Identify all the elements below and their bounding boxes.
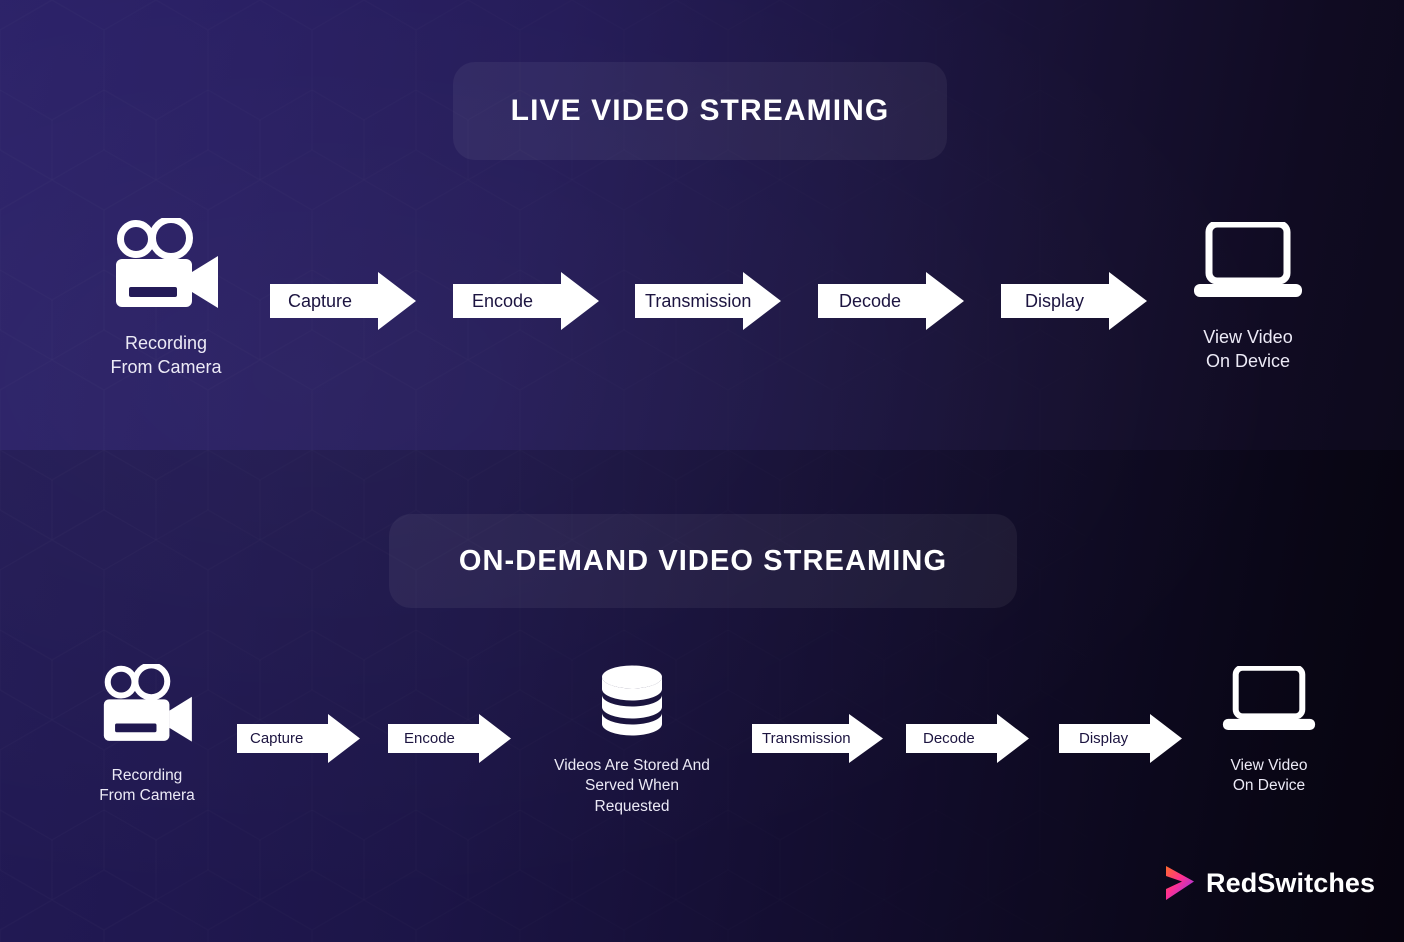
laptop-icon: [1222, 666, 1316, 731]
arrow-step-decode-ondemand: Decode: [906, 714, 1029, 763]
section-title-ondemand: ON-DEMAND VIDEO STREAMING: [389, 514, 1017, 608]
arrow-label: Encode: [404, 730, 455, 747]
arrow-step-decode-live: Decode: [818, 272, 964, 330]
arrow-label: Transmission: [645, 290, 752, 311]
node-caption: View Video On Device: [1203, 327, 1293, 371]
arrow-label: Capture: [250, 730, 304, 747]
section-title-live: LIVE VIDEO STREAMING: [453, 62, 947, 160]
node-caption: Videos Are Stored And Served When Reques…: [554, 757, 710, 815]
arrow-label: Capture: [288, 290, 353, 311]
node-recording-from-camera-live: Recording From Camera: [84, 218, 248, 380]
arrow-step-display-ondemand: Display: [1059, 714, 1182, 763]
arrow-label: Display: [1025, 290, 1085, 311]
arrow-label: Encode: [472, 290, 534, 311]
section-title-live-text: LIVE VIDEO STREAMING: [510, 94, 890, 127]
node-view-video-on-device-ondemand: View Video On Device: [1190, 666, 1348, 797]
database-stack-icon: [602, 665, 662, 736]
arrow-step-transmission-ondemand: Transmission: [752, 714, 883, 763]
arrow-label: Decode: [839, 290, 902, 311]
arrow-label: Transmission: [762, 730, 851, 747]
arrow-step-transmission-live: Transmission: [635, 272, 781, 330]
arrow-step-capture-live: Capture: [270, 272, 416, 330]
arrow-step-capture-ondemand: Capture: [237, 714, 360, 763]
arrow-step-encode-live: Encode: [453, 272, 599, 330]
node-caption: Recording From Camera: [110, 333, 222, 377]
node-caption: View Video On Device: [1230, 757, 1308, 795]
arrow-label: Decode: [923, 730, 975, 747]
arrow-step-display-live: Display: [1001, 272, 1147, 330]
play-arrow-logo-icon: [1166, 866, 1194, 900]
node-caption: Recording From Camera: [99, 767, 195, 805]
laptop-icon: [1194, 222, 1302, 297]
video-camera-icon: [103, 664, 192, 742]
node-videos-stored-served: Videos Are Stored And Served When Reques…: [522, 664, 742, 817]
arrow-label: Display: [1079, 730, 1129, 747]
redswitches-logo[interactable]: RedSwitches: [1163, 864, 1375, 902]
arrow-step-encode-ondemand: Encode: [388, 714, 511, 763]
section-title-ondemand-text: ON-DEMAND VIDEO STREAMING: [458, 544, 948, 577]
node-view-video-on-device-live: View Video On Device: [1166, 222, 1330, 374]
video-camera-icon: [116, 218, 218, 308]
infographic-canvas: LIVE VIDEO STREAMING Recording From Came…: [0, 0, 1404, 942]
node-recording-from-camera-ondemand: Recording From Camera: [68, 664, 226, 807]
redswitches-logo-text: RedSwitches: [1206, 867, 1376, 898]
